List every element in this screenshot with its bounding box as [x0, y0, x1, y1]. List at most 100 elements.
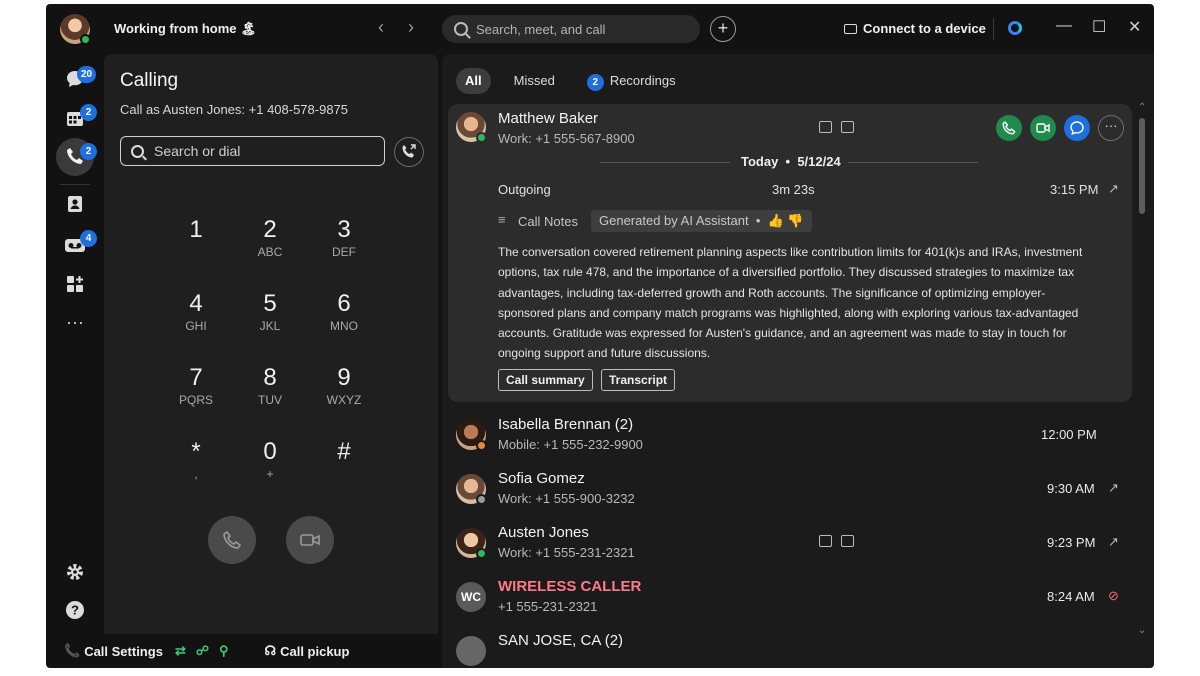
keypad-key[interactable]: 1	[166, 216, 226, 274]
settings-gear-icon[interactable]	[63, 562, 87, 586]
title-bar: Working from home 🏝 ‹ › Search, meet, an…	[46, 4, 1154, 54]
status-message[interactable]: Working from home 🏝	[114, 21, 257, 37]
history-row[interactable]: Isabella Brennan (2) Mobile: +1 555-232-9…	[448, 410, 1132, 464]
call-settings-button[interactable]: Call Settings	[84, 644, 163, 659]
keypad-key[interactable]: 2 ABC	[240, 216, 300, 274]
global-search-input[interactable]: Search, meet, and call	[442, 15, 700, 43]
call-history-panel: All Missed 2 Recordings Matthew Baker Wor…	[442, 54, 1154, 668]
minimize-icon[interactable]: —	[1056, 17, 1072, 35]
keypad-digit: 6	[337, 290, 351, 317]
presence-dot	[80, 34, 91, 45]
expanded-call-card[interactable]: Matthew Baker Work: +1 555-567-8900 ··· …	[448, 104, 1132, 402]
call-transfer-button[interactable]	[394, 137, 424, 167]
more-options-button[interactable]: ···	[1098, 115, 1124, 141]
bottom-bar: 📞 Call Settings ⇄ ☍ ⚲ ☊ Call pickup	[46, 634, 438, 668]
audio-call-button[interactable]	[208, 516, 256, 564]
call-summary-button[interactable]: Call summary	[498, 369, 593, 391]
date-value: 5/12/24	[797, 154, 841, 169]
maximize-icon[interactable]: ☐	[1092, 17, 1106, 37]
history-scrollbar[interactable]: ⌃ ⌄	[1136, 102, 1148, 644]
apps-icon[interactable]	[63, 274, 87, 298]
filter-all[interactable]: All	[456, 68, 491, 94]
help-icon[interactable]: ?	[63, 600, 87, 624]
call-duration: 3m 23s	[772, 182, 815, 197]
message-button[interactable]	[1064, 115, 1090, 141]
forwarding-icon[interactable]: ⇄	[175, 643, 186, 659]
notes-icon[interactable]	[841, 121, 854, 133]
keypad-key[interactable]: 7 PQRS	[166, 364, 226, 422]
keypad-digit: 3	[337, 216, 351, 243]
webex-logo-icon[interactable]	[1008, 21, 1022, 35]
keypad-digit: 7	[189, 364, 203, 391]
keypad-key[interactable]: 8 TUV	[240, 364, 300, 422]
history-row[interactable]: WC WIRELESS CALLER +1 555-231-2321 8:24 AM ⊘	[448, 572, 1132, 626]
contact-presence-dot	[476, 132, 487, 143]
connect-device-button[interactable]: Connect to a device	[844, 21, 986, 36]
scroll-up-icon[interactable]: ⌃	[1138, 102, 1146, 113]
keypad-key[interactable]: 5 JKL	[240, 290, 300, 348]
contact-presence-dot	[476, 494, 487, 505]
more-icon[interactable]: ···	[63, 310, 87, 334]
date-label: Today	[741, 154, 779, 169]
date-separator: Today • 5/12/24	[741, 154, 841, 169]
call-back-button[interactable]	[996, 115, 1022, 141]
history-row[interactable]: Austen Jones Work: +1 555-231-2321 9:23 PM…	[448, 518, 1132, 572]
call-summary-text: The conversation covered retirement plan…	[498, 245, 1083, 361]
contacts-icon[interactable]	[63, 194, 87, 218]
keypad-key[interactable]: *,	[166, 438, 226, 496]
thumbs-up-icon[interactable]: 👍	[768, 213, 784, 228]
keypad-letters: WXYZ	[326, 393, 362, 407]
keypad-letters: ,	[194, 467, 198, 481]
outgoing-call-icon: ↗	[1108, 480, 1119, 495]
keypad-digit: 2	[263, 216, 277, 243]
new-action-button[interactable]: +	[710, 16, 736, 42]
notes-list-icon: ≡	[498, 212, 506, 227]
share-icon[interactable]	[819, 121, 832, 133]
keypad-key[interactable]: #	[314, 438, 374, 496]
keypad-key[interactable]: 6 MNO	[314, 290, 374, 348]
history-call-time: 12:00 PM	[1041, 427, 1097, 442]
date-divider-right	[848, 162, 978, 163]
filter-missed[interactable]: Missed	[505, 68, 564, 94]
keypad-key[interactable]: 0 +	[240, 438, 300, 496]
thumbs-down-icon[interactable]: 👎	[787, 213, 803, 228]
handoff-icon[interactable]: ☍	[196, 643, 209, 659]
history-row[interactable]: SAN JOSE, CA (2)	[448, 626, 1132, 668]
keypad-key[interactable]: 4 GHI	[166, 290, 226, 348]
call-as-line[interactable]: Call as Austen Jones: +1 408-578-9875	[120, 102, 348, 117]
call-pickup-button[interactable]: Call pickup	[280, 644, 349, 659]
notes-icon[interactable]	[841, 535, 854, 547]
close-icon[interactable]: ✕	[1128, 17, 1141, 37]
back-arrow-icon[interactable]: ‹	[378, 17, 384, 38]
voice-icon[interactable]: ⚲	[219, 643, 229, 659]
recordings-count-badge: 2	[586, 74, 604, 91]
video-back-button[interactable]	[1030, 115, 1056, 141]
keypad-digit: 4	[189, 290, 203, 317]
forward-arrow-icon[interactable]: ›	[408, 17, 414, 38]
dial-search-input[interactable]: Search or dial	[120, 136, 385, 166]
history-contact-name: SAN JOSE, CA (2)	[498, 632, 624, 649]
transcript-button[interactable]: Transcript	[601, 369, 676, 391]
history-row[interactable]: Sofia Gomez Work: +1 555-900-3232 9:30 AM ↗	[448, 464, 1132, 518]
contact-avatar: WC	[456, 582, 486, 612]
app-window: Working from home 🏝 ‹ › Search, meet, an…	[46, 4, 1154, 668]
ai-generated-label: Generated by AI Assistant	[599, 213, 749, 228]
keypad-key[interactable]: 9 WXYZ	[314, 364, 374, 422]
keypad-key[interactable]: 3 DEF	[314, 216, 374, 274]
scroll-thumb[interactable]	[1139, 118, 1145, 214]
filter-recordings[interactable]: 2 Recordings	[578, 68, 685, 94]
titlebar-divider	[993, 18, 994, 40]
keypad-digit: #	[337, 438, 351, 465]
contact-presence-dot	[476, 548, 487, 559]
keypad-digit: 8	[263, 364, 277, 391]
history-contact-number: Work: +1 555-900-3232	[498, 491, 635, 506]
date-divider-left	[600, 162, 730, 163]
keypad-letters: DEF	[332, 245, 356, 259]
dial-search-placeholder: Search or dial	[154, 143, 241, 159]
left-rail: 20 2 2 4 ··· ?	[46, 54, 104, 668]
outgoing-call-icon: ↗	[1108, 181, 1119, 196]
video-call-button[interactable]	[286, 516, 334, 564]
scroll-down-icon[interactable]: ⌄	[1138, 625, 1146, 636]
share-icon[interactable]	[819, 535, 832, 547]
keypad-letters: PQRS	[178, 393, 213, 407]
